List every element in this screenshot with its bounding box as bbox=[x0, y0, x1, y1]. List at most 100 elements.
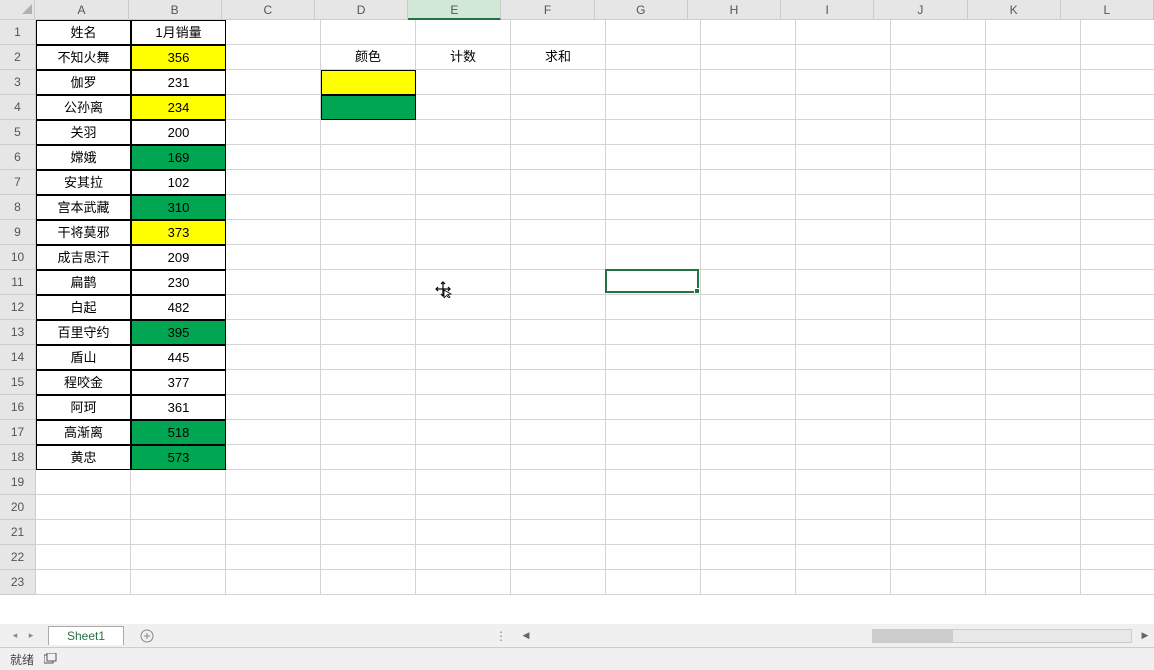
cell-I13[interactable] bbox=[796, 320, 891, 345]
cell-B15[interactable]: 377 bbox=[131, 370, 226, 395]
row-header-2[interactable]: 2 bbox=[0, 45, 36, 70]
cell-F15[interactable] bbox=[511, 370, 606, 395]
cell-H8[interactable] bbox=[701, 195, 796, 220]
cell-B19[interactable] bbox=[131, 470, 226, 495]
row-header-21[interactable]: 21 bbox=[0, 520, 36, 545]
tab-nav-prev[interactable]: ▸ bbox=[24, 629, 38, 643]
cell-D4[interactable] bbox=[321, 95, 416, 120]
cell-D3[interactable] bbox=[321, 70, 416, 95]
col-header-J[interactable]: J bbox=[874, 0, 967, 20]
cell-I9[interactable] bbox=[796, 220, 891, 245]
cell-D11[interactable] bbox=[321, 270, 416, 295]
cell-J1[interactable] bbox=[891, 20, 986, 45]
cell-I4[interactable] bbox=[796, 95, 891, 120]
cell-E16[interactable] bbox=[416, 395, 511, 420]
cell-H23[interactable] bbox=[701, 570, 796, 595]
cell-E4[interactable] bbox=[416, 95, 511, 120]
cell-H22[interactable] bbox=[701, 545, 796, 570]
cell-F14[interactable] bbox=[511, 345, 606, 370]
cell-L12[interactable] bbox=[1081, 295, 1154, 320]
cell-L21[interactable] bbox=[1081, 520, 1154, 545]
cell-J7[interactable] bbox=[891, 170, 986, 195]
row-header-4[interactable]: 4 bbox=[0, 95, 36, 120]
cell-B11[interactable]: 230 bbox=[131, 270, 226, 295]
cell-A5[interactable]: 关羽 bbox=[36, 120, 131, 145]
row-header-11[interactable]: 11 bbox=[0, 270, 36, 295]
cell-D7[interactable] bbox=[321, 170, 416, 195]
cell-G18[interactable] bbox=[606, 445, 701, 470]
cell-A6[interactable]: 嫦娥 bbox=[36, 145, 131, 170]
cell-E3[interactable] bbox=[416, 70, 511, 95]
cell-I12[interactable] bbox=[796, 295, 891, 320]
cell-G15[interactable] bbox=[606, 370, 701, 395]
cell-I10[interactable] bbox=[796, 245, 891, 270]
cell-A8[interactable]: 宫本武藏 bbox=[36, 195, 131, 220]
cell-L20[interactable] bbox=[1081, 495, 1154, 520]
cell-F1[interactable] bbox=[511, 20, 606, 45]
cell-H14[interactable] bbox=[701, 345, 796, 370]
cell-A3[interactable]: 伽罗 bbox=[36, 70, 131, 95]
cell-E2[interactable]: 计数 bbox=[416, 45, 511, 70]
cell-E13[interactable] bbox=[416, 320, 511, 345]
cell-K9[interactable] bbox=[986, 220, 1081, 245]
cell-B4[interactable]: 234 bbox=[131, 95, 226, 120]
row-header-23[interactable]: 23 bbox=[0, 570, 36, 595]
cell-H7[interactable] bbox=[701, 170, 796, 195]
cell-B16[interactable]: 361 bbox=[131, 395, 226, 420]
cell-I23[interactable] bbox=[796, 570, 891, 595]
cell-A16[interactable]: 阿珂 bbox=[36, 395, 131, 420]
cell-I15[interactable] bbox=[796, 370, 891, 395]
cell-H18[interactable] bbox=[701, 445, 796, 470]
cell-L16[interactable] bbox=[1081, 395, 1154, 420]
cell-H6[interactable] bbox=[701, 145, 796, 170]
cell-E15[interactable] bbox=[416, 370, 511, 395]
cell-L3[interactable] bbox=[1081, 70, 1154, 95]
cell-C12[interactable] bbox=[226, 295, 321, 320]
cell-H4[interactable] bbox=[701, 95, 796, 120]
cell-L17[interactable] bbox=[1081, 420, 1154, 445]
cell-G1[interactable] bbox=[606, 20, 701, 45]
cell-K21[interactable] bbox=[986, 520, 1081, 545]
cell-J20[interactable] bbox=[891, 495, 986, 520]
cell-G3[interactable] bbox=[606, 70, 701, 95]
cell-H16[interactable] bbox=[701, 395, 796, 420]
cell-A13[interactable]: 百里守约 bbox=[36, 320, 131, 345]
cell-L22[interactable] bbox=[1081, 545, 1154, 570]
cell-E8[interactable] bbox=[416, 195, 511, 220]
hscroll-right-button[interactable]: ▶ bbox=[1136, 627, 1154, 645]
row-header-8[interactable]: 8 bbox=[0, 195, 36, 220]
cell-B23[interactable] bbox=[131, 570, 226, 595]
cell-E22[interactable] bbox=[416, 545, 511, 570]
cell-C3[interactable] bbox=[226, 70, 321, 95]
cell-E14[interactable] bbox=[416, 345, 511, 370]
cell-B13[interactable]: 395 bbox=[131, 320, 226, 345]
cell-K16[interactable] bbox=[986, 395, 1081, 420]
cell-L11[interactable] bbox=[1081, 270, 1154, 295]
cell-K18[interactable] bbox=[986, 445, 1081, 470]
cell-C7[interactable] bbox=[226, 170, 321, 195]
cell-E23[interactable] bbox=[416, 570, 511, 595]
cell-G11[interactable] bbox=[606, 270, 701, 295]
cell-D17[interactable] bbox=[321, 420, 416, 445]
cell-F6[interactable] bbox=[511, 145, 606, 170]
cell-H3[interactable] bbox=[701, 70, 796, 95]
cell-I21[interactable] bbox=[796, 520, 891, 545]
cell-L6[interactable] bbox=[1081, 145, 1154, 170]
cell-B6[interactable]: 169 bbox=[131, 145, 226, 170]
cell-H12[interactable] bbox=[701, 295, 796, 320]
cell-B12[interactable]: 482 bbox=[131, 295, 226, 320]
cell-A17[interactable]: 高渐离 bbox=[36, 420, 131, 445]
hscroll-thumb[interactable] bbox=[873, 630, 953, 642]
row-header-19[interactable]: 19 bbox=[0, 470, 36, 495]
cell-J19[interactable] bbox=[891, 470, 986, 495]
row-header-12[interactable]: 12 bbox=[0, 295, 36, 320]
cell-G2[interactable] bbox=[606, 45, 701, 70]
sheet-tab-1[interactable]: Sheet1 bbox=[48, 626, 124, 645]
col-header-B[interactable]: B bbox=[129, 0, 222, 20]
cell-A18[interactable]: 黄忠 bbox=[36, 445, 131, 470]
cell-F10[interactable] bbox=[511, 245, 606, 270]
cell-J13[interactable] bbox=[891, 320, 986, 345]
cell-J14[interactable] bbox=[891, 345, 986, 370]
cell-H1[interactable] bbox=[701, 20, 796, 45]
cell-J10[interactable] bbox=[891, 245, 986, 270]
